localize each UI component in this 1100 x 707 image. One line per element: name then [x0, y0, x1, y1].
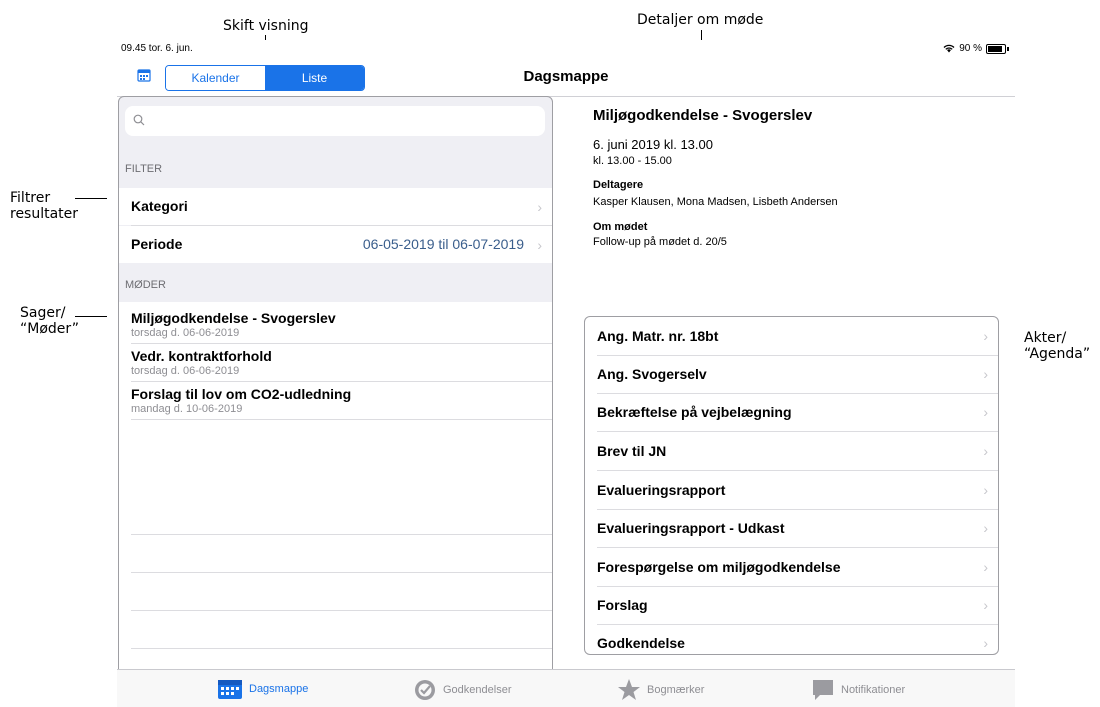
callout-filtrer: Filtrer resultater — [10, 190, 79, 222]
callout-skift-visning: Skift visning — [223, 18, 309, 34]
agenda-title: Forespørgelse om miljøgodkendelse — [597, 559, 841, 575]
chevron-right-icon: › — [537, 237, 542, 253]
chevron-right-icon: › — [983, 559, 988, 575]
battery-icon — [986, 43, 1006, 54]
agenda-item[interactable]: Brev til JN › — [585, 432, 998, 470]
page-title: Dagsmappe — [523, 68, 609, 85]
chevron-right-icon: › — [983, 635, 988, 651]
agenda-item[interactable]: Evalueringsrapport - Udkast › — [585, 509, 998, 547]
ipad-screen: 09.45 tor. 6. jun. 90 % Kalender Liste D… — [117, 40, 1015, 707]
status-bar: 09.45 tor. 6. jun. 90 % — [117, 40, 1015, 56]
tab-label: Notifikationer — [841, 684, 906, 696]
callout-line — [75, 316, 107, 317]
meeting-date: mandag d. 10-06-2019 — [131, 403, 243, 415]
meetings-header: MØDER — [125, 279, 166, 291]
approval-gear-icon — [415, 680, 435, 700]
agenda-item[interactable]: Evalueringsrapport › — [585, 471, 998, 509]
periode-label: Periode — [131, 236, 183, 252]
meeting-date: torsdag d. 06-06-2019 — [131, 365, 240, 377]
search-icon — [133, 114, 145, 126]
agenda-item[interactable]: Bekræftelse på vejbelægning › — [585, 393, 998, 431]
agenda-item[interactable]: Forespørgelse om miljøgodkendelse › — [585, 548, 998, 586]
agenda-title: Evalueringsrapport - Udkast — [597, 520, 785, 536]
list-item[interactable]: Vedr. kontraktforhold torsdag d. 06-06-2… — [119, 343, 552, 381]
status-time: 09.45 tor. 6. jun. — [121, 43, 193, 54]
agenda-title: Godkendelse — [597, 635, 685, 651]
chevron-right-icon: › — [983, 404, 988, 420]
chevron-right-icon: › — [983, 597, 988, 613]
periode-value: 06-05-2019 til 06-07-2019 — [362, 236, 524, 252]
agenda-item[interactable]: Ang. Matr. nr. 18bt › — [585, 317, 998, 355]
deltagere-label: Deltagere — [593, 179, 644, 191]
agenda-title: Forslag — [597, 597, 648, 613]
agenda-item[interactable]: Godkendelse › — [585, 624, 998, 654]
filter-header: FILTER — [125, 163, 163, 175]
left-panel: FILTER Kategori › Periode 06-05-2019 til… — [118, 96, 553, 694]
chevron-right-icon: › — [983, 482, 988, 498]
star-icon — [618, 679, 640, 700]
battery-percent: 90 % — [959, 43, 982, 54]
wifi-icon — [943, 44, 955, 53]
agenda-title: Evalueringsrapport — [597, 482, 726, 498]
kategori-label: Kategori — [131, 198, 188, 214]
chevron-right-icon: › — [983, 328, 988, 344]
tab-label: Bogmærker — [647, 684, 705, 696]
tab-bar: Dagsmappe Godkendelser Bogmærker Notifik… — [117, 669, 1015, 707]
agenda-list: Ang. Matr. nr. 18bt › Ang. Svogerselv › Be… — [584, 316, 999, 655]
agenda-title: Brev til JN — [597, 443, 667, 459]
list-item[interactable]: Miljøgodkendelse - Svogerslev torsdag d.… — [119, 305, 552, 343]
divider — [131, 610, 552, 611]
detail-date: 6. juni 2019 kl. 13.00 — [593, 137, 713, 152]
nav-bar: Kalender Liste Dagsmappe — [117, 56, 1015, 97]
chevron-right-icon: › — [537, 199, 542, 215]
tab-dagsmappe[interactable]: Dagsmappe — [217, 678, 308, 700]
deltagere-value: Kasper Klausen, Mona Madsen, Lisbeth And… — [593, 196, 838, 208]
agenda-title: Ang. Svogerselv — [597, 366, 707, 382]
meeting-title: Miljøgodkendelse - Svogerslev — [131, 310, 336, 326]
meeting-title: Forslag til lov om CO2-udledning — [131, 386, 352, 402]
status-right: 90 % — [943, 43, 1009, 54]
meeting-title: Vedr. kontraktforhold — [131, 348, 272, 364]
filter-kategori[interactable]: Kategori › — [119, 188, 552, 225]
agenda-title: Bekræftelse på vejbelægning — [597, 404, 792, 420]
battery-tip — [1007, 46, 1009, 51]
detail-time: kl. 13.00 - 15.00 — [593, 155, 672, 167]
filter-periode[interactable]: Periode 06-05-2019 til 06-07-2019 › — [119, 226, 552, 263]
meeting-date: torsdag d. 06-06-2019 — [131, 327, 240, 339]
agenda-item[interactable]: Forslag › — [585, 586, 998, 624]
callout-akter: Akter/“Agenda” — [1024, 330, 1091, 362]
tab-label: Dagsmappe — [249, 683, 309, 695]
callout-detaljer: Detaljer om møde — [637, 12, 764, 28]
calendar-icon — [218, 680, 242, 699]
divider — [131, 534, 552, 535]
chevron-right-icon: › — [983, 366, 988, 382]
agenda-title: Ang. Matr. nr. 18bt — [597, 328, 719, 344]
meetings-list: Miljøgodkendelse - Svogerslev torsdag d.… — [119, 302, 552, 693]
chat-bubble-icon — [813, 680, 833, 700]
callout-line — [75, 198, 107, 199]
chevron-right-icon: › — [983, 520, 988, 536]
tab-label: Godkendelser — [443, 684, 512, 696]
tab-bogmaerker[interactable]: Bogmærker — [617, 678, 704, 702]
tab-godkendelser[interactable]: Godkendelser — [413, 678, 512, 702]
detail-title: Miljøgodkendelse - Svogerslev — [593, 107, 813, 124]
divider — [131, 648, 552, 649]
tab-notifikationer[interactable]: Notifikationer — [811, 678, 905, 702]
search-input[interactable] — [125, 106, 545, 136]
om-label: Om mødet — [593, 221, 648, 233]
divider — [131, 419, 552, 420]
chevron-right-icon: › — [983, 443, 988, 459]
agenda-item[interactable]: Ang. Svogerselv › — [585, 355, 998, 393]
om-value: Follow-up på mødet d. 20/5 — [593, 236, 727, 248]
list-item[interactable]: Forslag til lov om CO2-udledning mandag … — [119, 381, 552, 419]
callout-sager: Sager/“Møder” — [20, 305, 79, 337]
divider — [131, 572, 552, 573]
